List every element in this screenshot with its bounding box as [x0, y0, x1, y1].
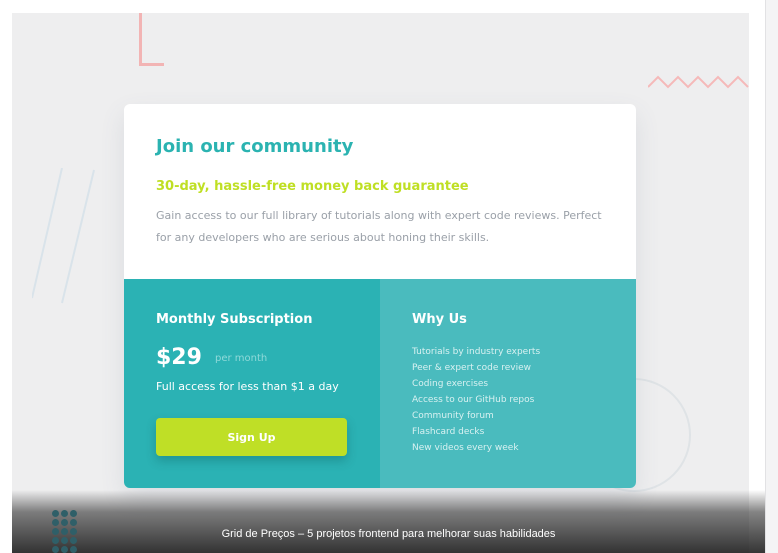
l-shape-decoration: [139, 13, 164, 66]
list-item: Access to our GitHub repos: [412, 395, 535, 405]
pricing-card: Join our community 30-day, hassle-free m…: [124, 104, 636, 488]
list-item: Flashcard decks: [412, 427, 485, 437]
monthly-heading: Monthly Subscription: [156, 312, 313, 327]
scrollbar[interactable]: [765, 0, 778, 553]
price: $29: [156, 345, 202, 370]
card-header: Join our community 30-day, hassle-free m…: [124, 104, 636, 279]
list-item: Tutorials by industry experts: [412, 347, 541, 357]
list-item: Coding exercises: [412, 379, 489, 389]
video-frame: Join our community 30-day, hassle-free m…: [12, 13, 749, 553]
monthly-subscription-panel: Monthly Subscription $29 per month Full …: [124, 279, 380, 488]
video-caption: Grid de Preços – 5 projetos frontend par…: [221, 528, 556, 540]
why-us-panel: Why Us Tutorials by industry experts Pee…: [380, 279, 636, 488]
diagonal-lines-decoration: [32, 168, 95, 304]
list-item: Community forum: [412, 411, 494, 421]
monthly-description: Full access for less than $1 a day: [156, 380, 339, 393]
list-item: New videos every week: [412, 443, 519, 453]
why-us-list: Tutorials by industry experts Peer & exp…: [412, 344, 540, 456]
card-subtitle: 30-day, hassle-free money back guarantee: [156, 179, 469, 194]
price-period: per month: [215, 353, 268, 364]
why-us-heading: Why Us: [412, 312, 467, 327]
card-description: Gain access to our full library of tutor…: [156, 209, 602, 244]
caption-bar: Grid de Preços – 5 projetos frontend par…: [12, 490, 765, 553]
sign-up-button[interactable]: Sign Up: [156, 418, 347, 456]
list-item: Peer & expert code review: [412, 363, 531, 373]
card-title: Join our community: [156, 136, 354, 157]
zigzag-decoration: [648, 75, 749, 89]
